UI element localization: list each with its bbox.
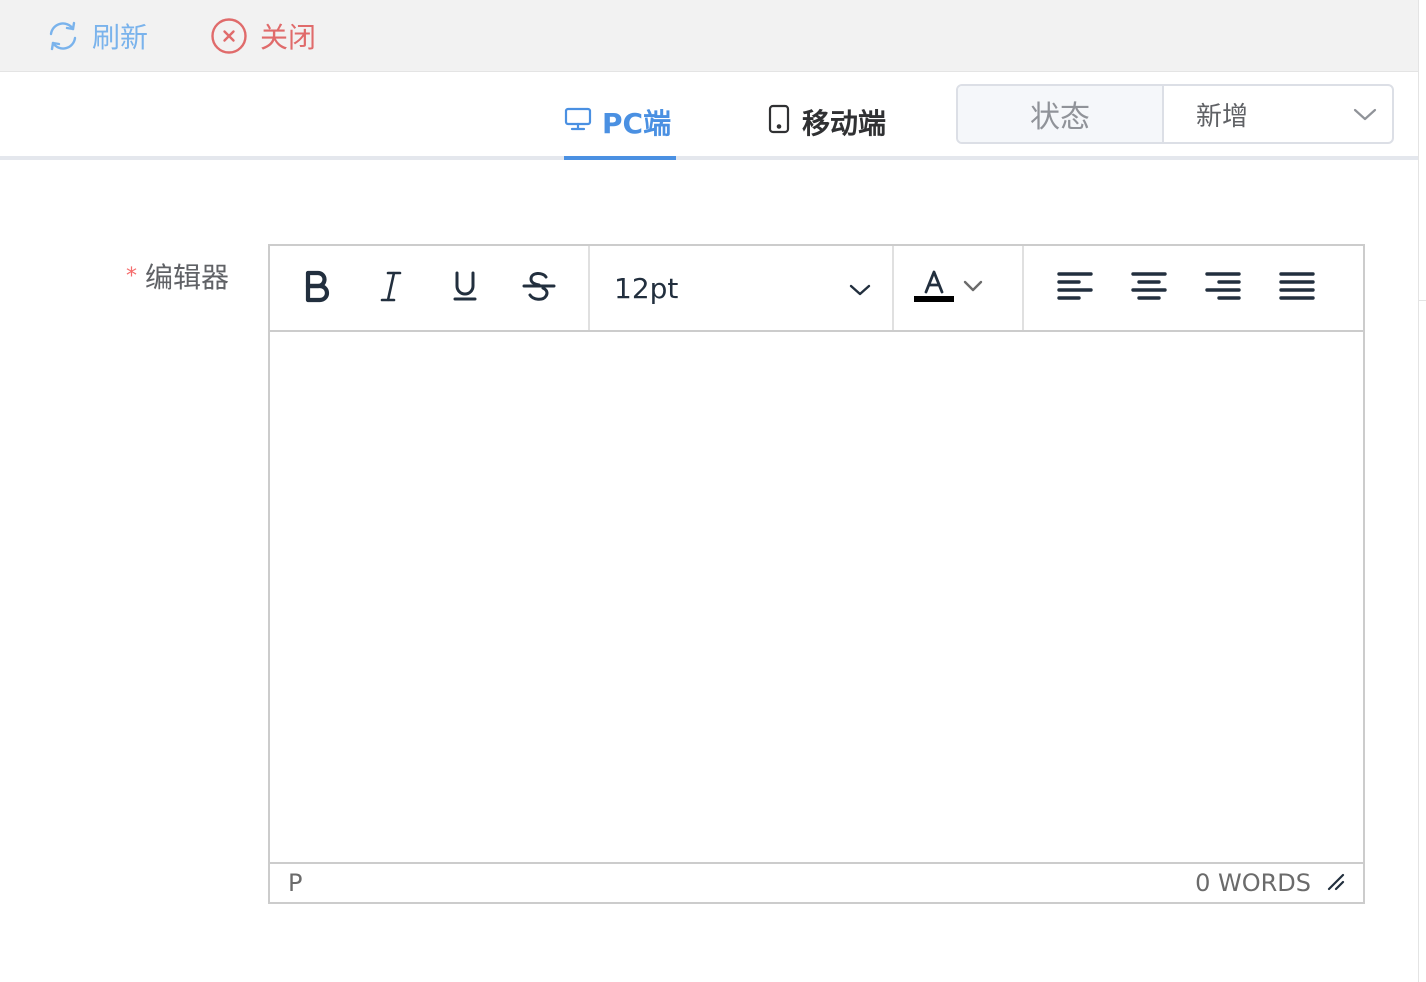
top-action-bar: 刷新 关闭 <box>0 0 1418 72</box>
align-left-button[interactable] <box>1038 258 1112 318</box>
editor-toolbar: 12pt <box>270 246 1363 332</box>
active-tab-indicator <box>564 156 676 160</box>
align-center-icon <box>1131 270 1167 306</box>
tab-pc-label: PC端 <box>602 107 672 140</box>
tab-pc[interactable]: PC端 <box>564 90 671 160</box>
status-label: 状态 <box>958 86 1164 142</box>
italic-icon <box>378 269 404 307</box>
word-count: 0 WORDS <box>1195 869 1311 897</box>
chevron-down-icon <box>962 278 984 298</box>
alignment-group <box>1024 246 1334 330</box>
refresh-label: 刷新 <box>92 21 149 54</box>
strikethrough-button[interactable] <box>502 258 576 318</box>
align-right-button[interactable] <box>1186 258 1260 318</box>
editor-label: 编辑器 <box>145 261 230 294</box>
tab-mobile-label: 移动端 <box>802 107 887 140</box>
editor-statusbar: P 0 WORDS <box>270 864 1363 902</box>
text-color-icon <box>914 268 954 308</box>
view-tabs-row: PC端 移动端 状态 新增 <box>0 72 1418 160</box>
justify-icon <box>1279 270 1315 306</box>
align-center-button[interactable] <box>1112 258 1186 318</box>
tabs-divider <box>0 156 1418 160</box>
element-path[interactable]: P <box>288 869 302 897</box>
gutter-divider <box>1418 300 1426 301</box>
font-size-value: 12pt <box>614 271 679 305</box>
refresh-button[interactable]: 刷新 <box>46 0 148 72</box>
editor-form-label: * 编辑器 <box>126 256 229 296</box>
refresh-icon <box>46 19 80 53</box>
align-right-icon <box>1205 270 1241 306</box>
status-field: 状态 新增 <box>956 84 1394 144</box>
bold-button[interactable] <box>280 258 354 318</box>
close-button[interactable]: 关闭 <box>210 0 316 72</box>
align-left-icon <box>1057 270 1093 306</box>
close-label: 关闭 <box>260 21 317 54</box>
tablet-icon <box>766 104 792 141</box>
statusbar-right: 0 WORDS <box>1195 869 1345 897</box>
close-circle-icon <box>210 17 248 55</box>
required-marker: * <box>126 263 137 289</box>
status-selected-value: 新增 <box>1196 101 1249 132</box>
format-group <box>270 246 590 330</box>
text-color-button[interactable] <box>894 246 1024 330</box>
justify-button[interactable] <box>1260 258 1334 318</box>
scrollbar-gutter <box>1418 0 1426 982</box>
rich-text-editor: 12pt P 0 WORDS <box>268 244 1365 904</box>
resize-handle-icon[interactable] <box>1325 869 1345 897</box>
bold-icon <box>302 269 332 307</box>
editor-content-area[interactable] <box>270 332 1363 864</box>
monitor-icon <box>564 105 592 140</box>
status-select[interactable]: 新增 <box>1164 86 1392 142</box>
strikethrough-icon <box>521 269 557 307</box>
chevron-down-icon <box>848 272 872 305</box>
italic-button[interactable] <box>354 258 428 318</box>
underline-icon <box>451 269 479 307</box>
font-size-select[interactable]: 12pt <box>590 246 894 330</box>
tab-mobile[interactable]: 移动端 <box>766 90 886 160</box>
chevron-down-icon <box>1352 99 1378 129</box>
underline-button[interactable] <box>428 258 502 318</box>
